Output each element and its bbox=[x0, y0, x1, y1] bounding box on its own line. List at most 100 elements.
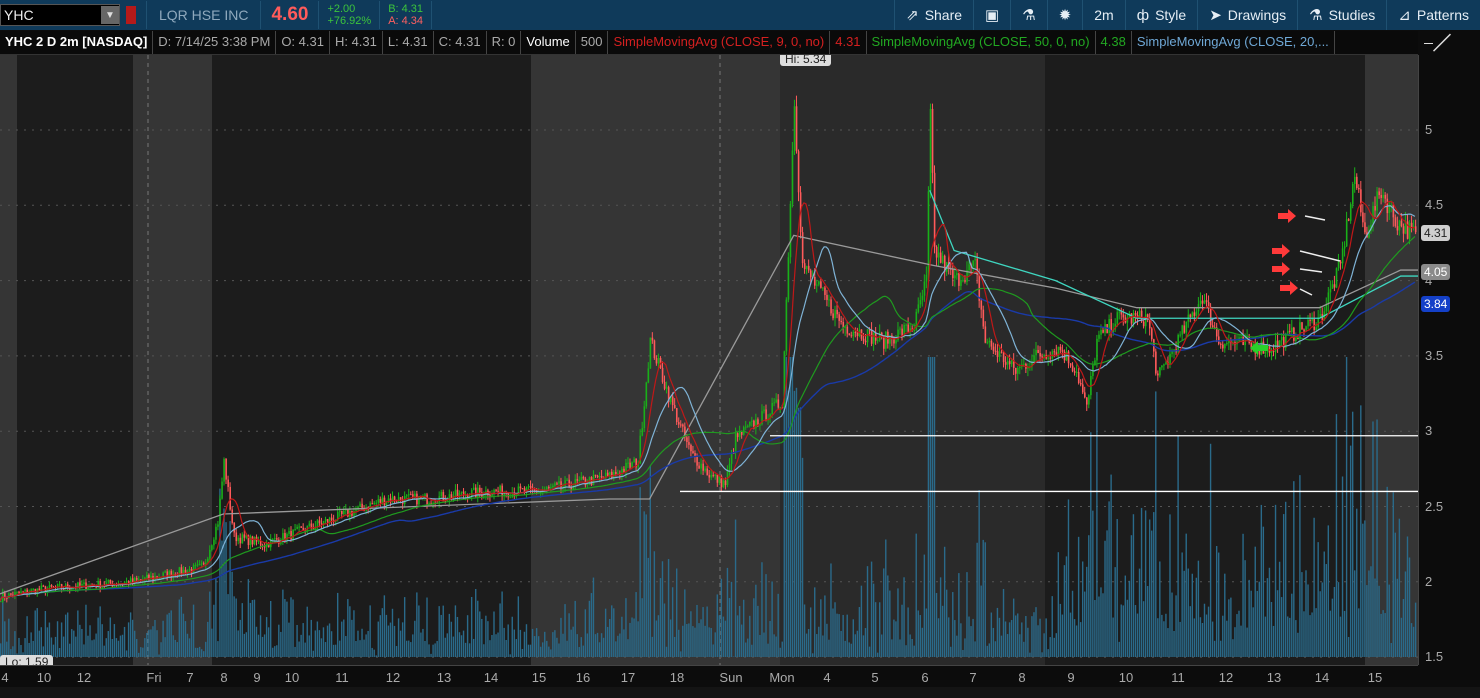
chart-settings-button[interactable]: ▣ bbox=[973, 0, 1010, 30]
candle-body bbox=[1079, 383, 1082, 385]
volume-bar bbox=[255, 626, 258, 657]
volume-bar bbox=[779, 647, 781, 657]
candle-body bbox=[832, 313, 834, 319]
candle-body bbox=[483, 495, 485, 497]
volume-bar bbox=[85, 604, 87, 657]
volume-bar bbox=[1368, 570, 1370, 657]
volume-bar bbox=[1157, 618, 1159, 657]
link-icon[interactable] bbox=[126, 6, 136, 24]
volume-bar bbox=[678, 629, 680, 657]
symbol-input[interactable]: YHC ▼ bbox=[0, 4, 120, 26]
candle-body bbox=[580, 476, 583, 480]
volume-bar bbox=[1004, 621, 1007, 657]
volume-bar bbox=[736, 615, 739, 657]
candle-body bbox=[1317, 317, 1320, 328]
session-background bbox=[0, 55, 17, 665]
chart-canvas[interactable] bbox=[0, 55, 1418, 665]
price-tick-label: 2.5 bbox=[1425, 498, 1444, 514]
volume-bar bbox=[789, 357, 792, 657]
volume-bar bbox=[1118, 641, 1120, 657]
volume-bar bbox=[1126, 599, 1129, 657]
volume-label[interactable]: Volume bbox=[521, 31, 576, 54]
candle-body bbox=[1400, 220, 1403, 227]
candle-body bbox=[931, 108, 934, 173]
volume-bar bbox=[375, 655, 377, 657]
volume-bar bbox=[1146, 586, 1149, 657]
candle-body bbox=[239, 537, 242, 544]
bid-ask: B: 4.31 A: 4.34 bbox=[380, 3, 431, 27]
style-button[interactable]: ф Style bbox=[1124, 0, 1197, 30]
candle-body bbox=[241, 534, 244, 544]
candle-body bbox=[980, 300, 983, 310]
candle-body bbox=[745, 426, 747, 428]
volume-bar bbox=[1356, 508, 1358, 657]
collapse-icon[interactable]: ⎯╱ bbox=[1424, 32, 1451, 53]
candle-body bbox=[633, 458, 635, 463]
volume-bar bbox=[127, 622, 130, 657]
sma50-label[interactable]: SimpleMovingAvg (CLOSE, 50, 0, no) bbox=[867, 31, 1096, 54]
candle-body bbox=[296, 526, 298, 530]
candle-body bbox=[440, 492, 443, 497]
studies-button[interactable]: ⚗ Studies bbox=[1297, 0, 1386, 30]
price-axis[interactable]: 5 4.5 4 3.5 3 2.5 2 1.5 4.31 4.05 3.84 bbox=[1418, 55, 1480, 665]
candle-body bbox=[263, 546, 266, 548]
volume-bar bbox=[763, 632, 765, 657]
candle-body bbox=[793, 106, 796, 151]
timeframe-button[interactable]: 2m bbox=[1082, 0, 1124, 30]
volume-bar bbox=[69, 643, 71, 657]
candle-body bbox=[231, 509, 234, 523]
candle-body bbox=[988, 340, 991, 343]
volume-bar bbox=[456, 616, 459, 657]
candle-body bbox=[164, 571, 167, 573]
volume-bar bbox=[239, 619, 241, 657]
volume-bar bbox=[444, 637, 446, 657]
candle-body bbox=[1351, 183, 1354, 205]
volume-bar bbox=[1197, 560, 1200, 657]
sma20-label[interactable]: SimpleMovingAvg (CLOSE, 20,... bbox=[1132, 31, 1335, 54]
gear-button[interactable]: ✹ bbox=[1046, 0, 1083, 30]
volume-bar bbox=[111, 639, 114, 657]
time-axis[interactable]: 4 10 12 Fri 7 8 9 10 11 12 13 14 15 16 17 18 Sun Mon 4 5 6 7 8… bbox=[0, 665, 1418, 687]
volume-bar bbox=[497, 632, 499, 657]
time-tick-label: Sun bbox=[719, 670, 743, 685]
candle-body bbox=[477, 487, 479, 498]
volume-bar bbox=[848, 642, 850, 657]
volume-bar bbox=[623, 629, 625, 657]
candle-body bbox=[533, 489, 536, 491]
volume-bar bbox=[1088, 535, 1090, 657]
price-chart[interactable]: Hi: 5.34 Lo: 1.59 bbox=[0, 55, 1418, 665]
volume-bar bbox=[584, 609, 587, 657]
bar-open: O: 4.31 bbox=[276, 31, 330, 54]
volume-bar bbox=[600, 633, 603, 657]
volume-bar bbox=[1329, 610, 1332, 657]
candle-body bbox=[627, 462, 629, 464]
volume-bar bbox=[702, 607, 704, 657]
candle-body bbox=[40, 585, 43, 590]
patterns-button[interactable]: ⊿ Patterns bbox=[1386, 0, 1480, 30]
share-button[interactable]: ⇗ Share bbox=[894, 0, 973, 30]
candle-body bbox=[341, 510, 343, 515]
candle-body bbox=[497, 490, 499, 492]
volume-bar bbox=[627, 639, 629, 657]
volume-bar bbox=[1319, 591, 1321, 657]
candle-body bbox=[371, 503, 374, 505]
chevron-down-icon[interactable]: ▼ bbox=[101, 6, 119, 24]
sma9-label[interactable]: SimpleMovingAvg (CLOSE, 9, 0, no) bbox=[608, 31, 831, 54]
volume-bar bbox=[643, 511, 645, 657]
volume-bar bbox=[937, 618, 940, 657]
volume-bar bbox=[1270, 601, 1273, 657]
time-tick-label: 12 bbox=[1218, 670, 1234, 685]
candle-body bbox=[1084, 392, 1086, 398]
volume-bar bbox=[866, 566, 869, 657]
volume-bar bbox=[1246, 627, 1248, 657]
studies-label: Studies bbox=[1328, 7, 1376, 23]
volume-bar bbox=[580, 637, 582, 657]
volume-bar bbox=[1301, 572, 1303, 657]
volume-bar bbox=[422, 628, 424, 657]
candle-body bbox=[747, 425, 749, 427]
candle-body bbox=[221, 481, 223, 499]
drawings-button[interactable]: ➤ Drawings bbox=[1197, 0, 1297, 30]
time-tick-label: 13 bbox=[436, 670, 452, 685]
candle-body bbox=[1307, 319, 1309, 327]
flask-button[interactable]: ⚗ bbox=[1010, 0, 1046, 30]
